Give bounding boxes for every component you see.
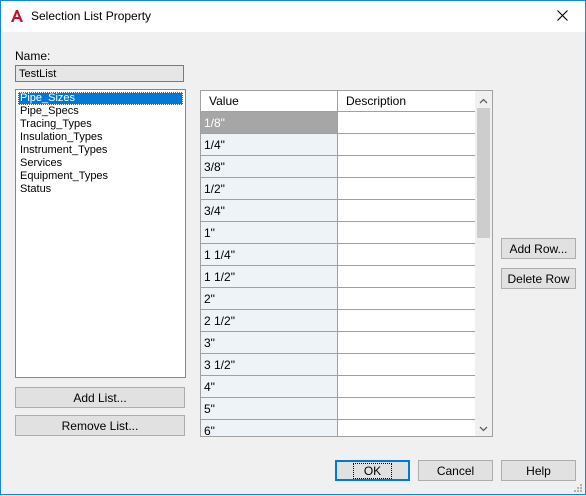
description-cell[interactable]	[338, 156, 476, 178]
value-cell[interactable]: 1 1/4"	[201, 244, 338, 266]
description-cell[interactable]	[338, 222, 476, 244]
scroll-up-button[interactable]	[475, 91, 492, 108]
description-cell[interactable]	[338, 332, 476, 354]
scroll-down-button[interactable]	[475, 419, 492, 436]
value-cell[interactable]: 4"	[201, 376, 338, 398]
delete-row-button[interactable]: Delete Row	[501, 268, 576, 289]
description-cell[interactable]	[338, 200, 476, 222]
chevron-down-icon	[479, 421, 488, 435]
add-row-button[interactable]: Add Row...	[501, 238, 576, 259]
window-title: Selection List Property	[31, 9, 152, 23]
grid-row[interactable]: 1"	[201, 222, 476, 244]
grid-row[interactable]: 3 1/2"	[201, 354, 476, 376]
list-item[interactable]: Pipe_Specs	[18, 105, 183, 118]
name-label: Name:	[15, 49, 51, 63]
vertical-scrollbar[interactable]	[475, 91, 492, 436]
value-cell[interactable]: 3/8"	[201, 156, 338, 178]
grid-row[interactable]: 5"	[201, 398, 476, 420]
value-cell[interactable]: 3 1/2"	[201, 354, 338, 376]
scroll-thumb[interactable]	[477, 108, 490, 238]
grid-row[interactable]: 2 1/2"	[201, 310, 476, 332]
grid-row[interactable]: 3"	[201, 332, 476, 354]
list-item[interactable]: Tracing_Types	[18, 118, 183, 131]
grid-row[interactable]: 1 1/2"	[201, 266, 476, 288]
remove-list-button[interactable]: Remove List...	[15, 415, 185, 436]
value-cell[interactable]: 3"	[201, 332, 338, 354]
autocad-logo-icon	[10, 9, 24, 23]
grid-row[interactable]: 3/4"	[201, 200, 476, 222]
description-cell[interactable]	[338, 244, 476, 266]
grid-row[interactable]: 1/8"	[201, 112, 476, 134]
cancel-button[interactable]: Cancel	[418, 460, 493, 481]
ok-button[interactable]: OK	[335, 460, 410, 481]
list-item[interactable]: Status	[18, 183, 183, 196]
help-button[interactable]: Help	[501, 460, 576, 481]
description-cell[interactable]	[338, 112, 476, 134]
description-cell[interactable]	[338, 376, 476, 398]
list-item[interactable]: Equipment_Types	[18, 170, 183, 183]
value-cell[interactable]: 1/4"	[201, 134, 338, 156]
value-cell[interactable]: 2 1/2"	[201, 310, 338, 332]
dialog-window: Selection List Property Name: TestList P…	[0, 0, 586, 495]
description-cell[interactable]	[338, 354, 476, 376]
value-cell[interactable]: 1/8"	[201, 112, 338, 134]
value-cell[interactable]: 2"	[201, 288, 338, 310]
list-item[interactable]: Instrument_Types	[18, 144, 183, 157]
selection-lists-listbox[interactable]: Pipe_Sizes Pipe_Specs Tracing_Types Insulat…	[15, 89, 186, 378]
close-button[interactable]	[539, 1, 585, 32]
description-cell[interactable]	[338, 134, 476, 156]
description-cell[interactable]	[338, 420, 476, 436]
description-cell[interactable]	[338, 398, 476, 420]
value-cell[interactable]: 1 1/2"	[201, 266, 338, 288]
grid-row[interactable]: 1 1/4"	[201, 244, 476, 266]
grid-row[interactable]: 6"	[201, 420, 476, 436]
grid-row[interactable]: 4"	[201, 376, 476, 398]
list-item[interactable]: Services	[18, 157, 183, 170]
value-cell[interactable]: 6"	[201, 420, 338, 436]
description-cell[interactable]	[338, 266, 476, 288]
description-cell[interactable]	[338, 288, 476, 310]
column-header-value[interactable]: Value	[201, 91, 338, 111]
value-cell[interactable]: 1/2"	[201, 178, 338, 200]
name-field[interactable]: TestList	[15, 65, 184, 82]
resize-grip-icon[interactable]	[573, 482, 583, 492]
add-list-button[interactable]: Add List...	[15, 387, 185, 408]
list-item[interactable]: Insulation_Types	[18, 131, 183, 144]
grid-row[interactable]: 2"	[201, 288, 476, 310]
close-icon	[556, 9, 568, 24]
description-cell[interactable]	[338, 178, 476, 200]
list-item[interactable]: Pipe_Sizes	[18, 92, 183, 105]
grid-row[interactable]: 1/4"	[201, 134, 476, 156]
value-cell[interactable]: 3/4"	[201, 200, 338, 222]
ok-button-label: OK	[352, 462, 393, 479]
grid-row[interactable]: 1/2"	[201, 178, 476, 200]
description-cell[interactable]	[338, 310, 476, 332]
grid-header: Value Description	[201, 91, 476, 112]
value-cell[interactable]: 5"	[201, 398, 338, 420]
title-bar[interactable]: Selection List Property	[1, 1, 585, 32]
column-header-description[interactable]: Description	[338, 91, 476, 111]
chevron-up-icon	[479, 93, 488, 107]
values-grid[interactable]: Value Description 1/8" 1/4" 3/8" 1/2" 3/4" 1"…	[200, 90, 493, 437]
grid-row[interactable]: 3/8"	[201, 156, 476, 178]
value-cell[interactable]: 1"	[201, 222, 338, 244]
